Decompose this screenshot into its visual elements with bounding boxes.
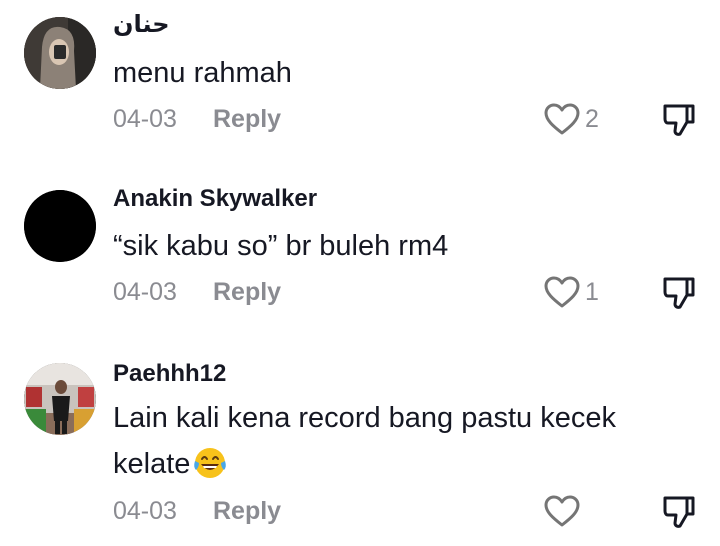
comment-item: Anakin Skywalker “sik kabu so” br buleh … bbox=[0, 170, 720, 345]
heart-outline-icon bbox=[544, 103, 580, 135]
comment-date: 04-03 bbox=[113, 105, 177, 133]
username[interactable]: Paehhh12 bbox=[113, 360, 226, 388]
like-count: 2 bbox=[585, 105, 599, 133]
avatar[interactable] bbox=[24, 190, 96, 262]
comment-date: 04-03 bbox=[113, 497, 177, 525]
avatar[interactable] bbox=[24, 363, 96, 435]
thumbs-down-outline-icon bbox=[663, 104, 695, 136]
comment-meta: 04-03 Reply 2 bbox=[113, 99, 703, 139]
profile-photo-icon bbox=[24, 190, 96, 262]
like-button[interactable]: 1 bbox=[543, 272, 599, 312]
comment-text: menu rahmah bbox=[113, 57, 292, 89]
avatar[interactable] bbox=[24, 17, 96, 89]
like-button[interactable]: 2 bbox=[543, 99, 599, 139]
comment-date: 04-03 bbox=[113, 278, 177, 306]
thumbs-down-outline-icon bbox=[663, 277, 695, 309]
heart-outline-icon bbox=[544, 495, 580, 527]
like-count: 1 bbox=[585, 278, 599, 306]
username[interactable]: حنان bbox=[113, 10, 170, 39]
comment-item: حنان menu rahmah 04-03 Reply 2 bbox=[0, 0, 720, 170]
comment-text-content: Lain kali kena record bang pastu kecek k… bbox=[113, 402, 616, 480]
username[interactable]: Anakin Skywalker bbox=[113, 185, 317, 213]
thumbs-down-outline-icon bbox=[663, 496, 695, 528]
dislike-button[interactable] bbox=[659, 99, 699, 139]
comment-text: “sik kabu so” br buleh rm4 bbox=[113, 230, 449, 262]
dislike-button[interactable] bbox=[659, 272, 699, 312]
heart-outline-icon bbox=[544, 276, 580, 308]
profile-photo-icon bbox=[24, 17, 96, 89]
comment-meta: 04-03 Reply bbox=[113, 491, 703, 531]
profile-photo-icon bbox=[24, 363, 96, 435]
dislike-button[interactable] bbox=[659, 491, 699, 531]
reply-button[interactable]: Reply bbox=[213, 272, 281, 312]
comment-text: Lain kali kena record bang pastu kecek k… bbox=[113, 395, 673, 487]
reply-button[interactable]: Reply bbox=[213, 99, 281, 139]
face-with-tears-of-joy-icon bbox=[194, 448, 227, 478]
comment-meta: 04-03 Reply 1 bbox=[113, 272, 703, 312]
comment-item: Paehhh12 Lain kali kena record bang past… bbox=[0, 345, 720, 546]
reply-button[interactable]: Reply bbox=[213, 491, 281, 531]
like-button[interactable] bbox=[543, 491, 585, 531]
